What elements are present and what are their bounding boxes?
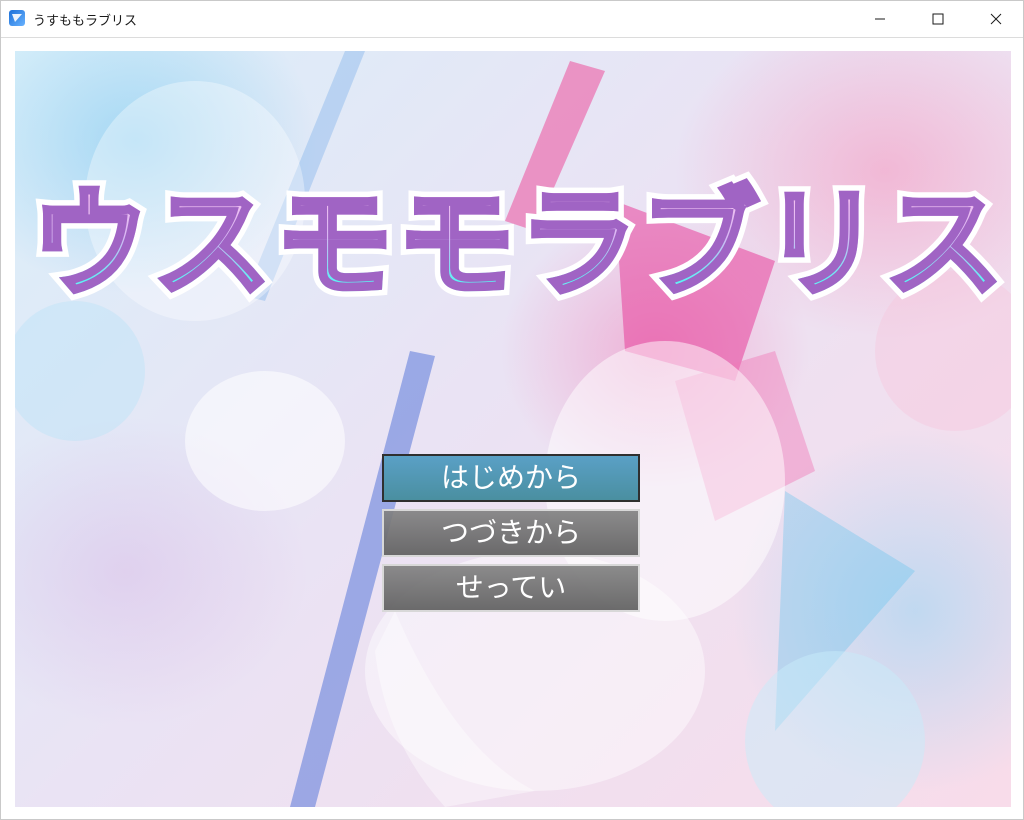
- background-artwork: [15, 51, 1011, 807]
- game-logo: ウスモモラブリス ウスモモラブリス: [23, 167, 1011, 321]
- close-button[interactable]: [973, 1, 1019, 37]
- maximize-icon: [932, 13, 944, 25]
- settings-button[interactable]: せってい: [382, 564, 640, 612]
- title-bar[interactable]: うすももラブリス: [1, 1, 1023, 38]
- window-title: うすももラブリス: [33, 14, 138, 29]
- maximize-button[interactable]: [915, 1, 961, 37]
- minimize-button[interactable]: [857, 1, 903, 37]
- game-window: うすももラブリス ウスモモラブリス はじめから つづきから せってい: [0, 0, 1024, 820]
- close-icon: [990, 13, 1002, 25]
- title-screen: ウスモモラブリス ウスモモラブリス はじめから つづきから せってい: [15, 51, 1011, 807]
- title-menu: はじめから つづきから せってい: [382, 454, 644, 619]
- new-game-button[interactable]: はじめから: [382, 454, 640, 502]
- logo-text: ウスモモラブリス: [29, 169, 1006, 319]
- continue-button[interactable]: つづきから: [382, 509, 640, 557]
- app-icon: [9, 10, 25, 26]
- minimize-icon: [875, 18, 885, 20]
